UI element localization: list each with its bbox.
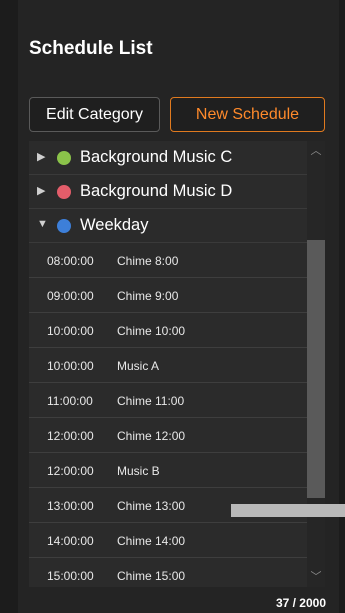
collapse-arrow-icon[interactable]: ▼ — [37, 218, 48, 230]
schedule-time: 08:00:00 — [47, 254, 94, 268]
schedule-time: 15:00:00 — [47, 569, 94, 583]
schedule-row[interactable]: 14:00:00 Chime 14:00 — [29, 523, 307, 558]
schedule-time: 09:00:00 — [47, 289, 94, 303]
drag-handle[interactable] — [231, 504, 345, 517]
schedule-count: 37 / 2000 — [275, 596, 326, 610]
schedule-row[interactable]: 10:00:00 Music A — [29, 348, 307, 383]
schedule-name: Chime 9:00 — [117, 289, 179, 303]
category-label: Weekday — [80, 216, 149, 234]
schedule-row[interactable]: 08:00:00 Chime 8:00 — [29, 243, 307, 278]
schedule-time: 12:00:00 — [47, 464, 94, 478]
schedule-time: 12:00:00 — [47, 429, 94, 443]
schedule-row[interactable]: 10:00:00 Chime 10:00 — [29, 313, 307, 348]
schedule-row[interactable]: 09:00:00 Chime 9:00 — [29, 278, 307, 313]
category-row-weekday[interactable]: ▼ Weekday — [29, 209, 307, 243]
schedule-name: Chime 12:00 — [117, 429, 186, 443]
schedule-row[interactable]: 15:00:00 Chime 15:00 — [29, 558, 307, 587]
new-schedule-button[interactable]: New Schedule — [170, 97, 325, 132]
schedule-name: Chime 11:00 — [117, 394, 185, 408]
chevron-up-icon[interactable]: ︿ — [307, 143, 325, 159]
schedule-name: Music B — [117, 464, 160, 478]
expand-arrow-icon[interactable]: ▶ — [37, 150, 45, 163]
expand-arrow-icon[interactable]: ▶ — [37, 184, 45, 197]
schedule-row[interactable]: 12:00:00 Chime 12:00 — [29, 418, 307, 453]
schedule-time: 13:00:00 — [47, 499, 94, 513]
category-color-dot — [57, 151, 71, 165]
schedule-name: Music A — [117, 359, 160, 373]
scrollbar-thumb[interactable] — [307, 240, 325, 498]
schedule-list[interactable]: ▶ Background Music C ▶ Background Music … — [29, 141, 325, 587]
schedule-name: Chime 8:00 — [117, 254, 179, 268]
category-label: Background Music C — [80, 148, 233, 166]
category-row-background-music-c[interactable]: ▶ Background Music C — [29, 141, 307, 175]
schedule-name: Chime 13:00 — [117, 499, 186, 513]
schedule-time: 10:00:00 — [47, 324, 94, 338]
schedule-time: 14:00:00 — [47, 534, 94, 548]
schedule-name: Chime 15:00 — [117, 569, 186, 583]
category-color-dot — [57, 219, 71, 233]
edit-category-button[interactable]: Edit Category — [29, 97, 160, 132]
schedule-row[interactable]: 12:00:00 Music B — [29, 453, 307, 488]
category-label: Background Music D — [80, 182, 233, 200]
schedule-name: Chime 10:00 — [117, 324, 186, 338]
category-row-background-music-d[interactable]: ▶ Background Music D — [29, 175, 307, 209]
chevron-down-icon[interactable]: ﹀ — [307, 569, 325, 585]
schedule-time: 10:00:00 — [47, 359, 94, 373]
schedule-row[interactable]: 11:00:00 Chime 11:00 — [29, 383, 307, 418]
category-color-dot — [57, 185, 71, 199]
schedule-name: Chime 14:00 — [117, 534, 186, 548]
page-title: Schedule List — [29, 38, 153, 59]
schedule-time: 11:00:00 — [47, 394, 93, 408]
